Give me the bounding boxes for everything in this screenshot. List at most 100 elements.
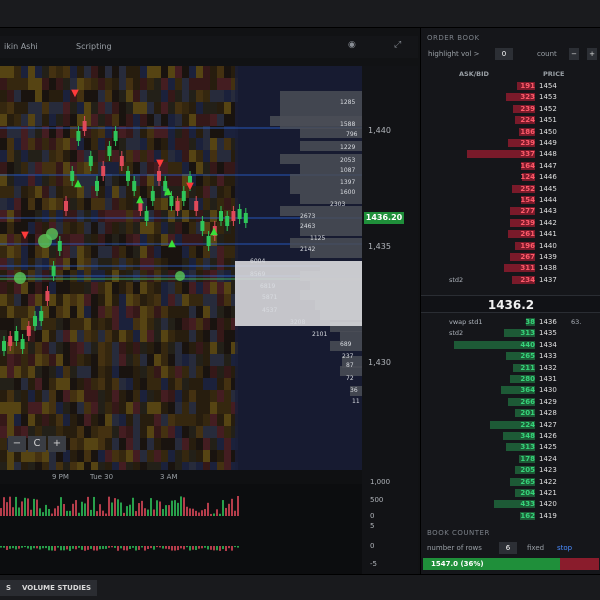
ask-row[interactable]: 154 1444 bbox=[421, 195, 600, 205]
heatmap-cell bbox=[7, 150, 14, 162]
delta-bar bbox=[237, 546, 239, 548]
ask-row[interactable]: 191 1454 bbox=[421, 81, 600, 91]
heatmap-cell bbox=[182, 114, 189, 126]
ask-row[interactable]: 196 1440 bbox=[421, 241, 600, 251]
heatmap-cell bbox=[182, 306, 189, 318]
ask-row[interactable]: 164 1447 bbox=[421, 161, 600, 171]
bid-row[interactable]: 204 1421 bbox=[421, 488, 600, 498]
bid-row[interactable]: 364 1430 bbox=[421, 385, 600, 395]
bid-row[interactable]: 348 1426 bbox=[421, 431, 600, 441]
delta-bar bbox=[90, 546, 92, 549]
heatmap-cell bbox=[182, 246, 189, 258]
bid-row[interactable]: 162 1419 bbox=[421, 511, 600, 521]
ask-row[interactable]: 337 1448 bbox=[421, 149, 600, 159]
volume-bar bbox=[99, 504, 101, 516]
volume-bar bbox=[12, 507, 14, 516]
heatmap-cell bbox=[140, 138, 147, 150]
heatmap-cell bbox=[217, 450, 224, 462]
volume-profile-label: 1600 bbox=[340, 189, 355, 196]
heatmap-cell bbox=[161, 366, 168, 378]
rows-input[interactable]: 6 bbox=[499, 542, 517, 554]
heatmap-cell bbox=[189, 258, 196, 270]
ask-row[interactable]: 224 1451 bbox=[421, 115, 600, 125]
candle-body bbox=[101, 166, 106, 176]
ask-row[interactable]: 311 1438 bbox=[421, 263, 600, 273]
heatmap-cell bbox=[133, 102, 140, 114]
ask-row[interactable]: 239 1452 bbox=[421, 104, 600, 114]
stop-button[interactable]: stop bbox=[557, 544, 572, 552]
volume-studies-button[interactable]: VOLUME STUDIES bbox=[16, 580, 98, 596]
bid-row[interactable]: 211 1432 bbox=[421, 363, 600, 373]
highlight-vol-input[interactable]: 0 bbox=[495, 48, 513, 60]
heatmap-cell bbox=[35, 366, 42, 378]
heatmap-cell bbox=[98, 390, 105, 402]
bid-row[interactable]: 178 1424 bbox=[421, 454, 600, 464]
tab-scripting[interactable]: Scripting bbox=[76, 42, 112, 51]
heatmap-cell bbox=[14, 402, 21, 414]
heatmap-cell bbox=[217, 162, 224, 174]
heatmap-cell bbox=[63, 114, 70, 126]
increase-button[interactable]: + bbox=[587, 48, 597, 60]
volume-bar bbox=[42, 512, 44, 516]
bid-row[interactable]: 205 1423 bbox=[421, 465, 600, 475]
heatmap-cell bbox=[168, 306, 175, 318]
bid-row[interactable]: 280 1431 bbox=[421, 374, 600, 384]
volume-studies-panel[interactable] bbox=[0, 484, 362, 574]
heatmap-cell bbox=[84, 66, 91, 78]
bid-row[interactable]: 313 1425 bbox=[421, 442, 600, 452]
heatmap-cell bbox=[210, 342, 217, 354]
ask-row[interactable]: 277 1443 bbox=[421, 206, 600, 216]
bid-row[interactable]: std2 313 1435 bbox=[421, 328, 600, 338]
ask-row[interactable]: 261 1441 bbox=[421, 229, 600, 239]
zoom-out-button[interactable]: − bbox=[8, 436, 26, 452]
volume-bar bbox=[75, 500, 77, 516]
bid-price: 1432 bbox=[539, 363, 557, 372]
trade-bubble bbox=[175, 271, 185, 281]
heatmap-cell bbox=[28, 138, 35, 150]
studies-tab-button[interactable]: S bbox=[0, 580, 18, 596]
ask-row[interactable]: 267 1439 bbox=[421, 252, 600, 262]
zoom-in-button[interactable]: + bbox=[48, 436, 66, 452]
ask-row[interactable]: std2 234 1437 bbox=[421, 275, 600, 285]
ask-row[interactable]: 186 1450 bbox=[421, 127, 600, 137]
bid-row[interactable]: 224 1427 bbox=[421, 420, 600, 430]
heatmap-cell bbox=[91, 90, 98, 102]
top-bar bbox=[0, 0, 600, 28]
bid-row[interactable]: 266 1429 bbox=[421, 397, 600, 407]
volume-bar bbox=[189, 508, 191, 516]
bid-row[interactable]: 440 1434 bbox=[421, 340, 600, 350]
fixed-toggle[interactable]: fixed bbox=[527, 544, 544, 552]
bid-row[interactable]: 201 1428 bbox=[421, 408, 600, 418]
decrease-button[interactable]: − bbox=[569, 48, 579, 60]
bid-row[interactable]: 265 1422 bbox=[421, 477, 600, 487]
heatmap-cell bbox=[49, 390, 56, 402]
heatmap-cell bbox=[189, 222, 196, 234]
heatmap-cell bbox=[84, 438, 91, 450]
price-tick: 1,440 bbox=[368, 126, 391, 135]
bid-row[interactable]: vwap std1 63. 38 1436 bbox=[421, 317, 600, 327]
ask-row[interactable]: 124 1446 bbox=[421, 172, 600, 182]
zoom-reset-button[interactable]: C bbox=[28, 436, 46, 452]
heatmap-cell bbox=[35, 330, 42, 342]
ask-row[interactable]: 239 1449 bbox=[421, 138, 600, 148]
ask-qty: 239 bbox=[520, 218, 535, 227]
ask-row[interactable]: 323 1453 bbox=[421, 92, 600, 102]
bid-row[interactable]: 433 1420 bbox=[421, 499, 600, 509]
volume-profile-label: 2142 bbox=[300, 246, 315, 253]
heatmap-cell bbox=[105, 174, 112, 186]
heatmap-chart[interactable]: ▼ ▼ ▼ ▼ ▲ ▲ ▲ ▲ ▲ 1285 1588 796 1229 2053 1087 1397 1600… bbox=[0, 66, 362, 470]
camera-icon[interactable]: ◉ bbox=[348, 40, 356, 50]
heatmap-cell bbox=[126, 246, 133, 258]
ask-qty: 261 bbox=[520, 230, 535, 239]
expand-icon[interactable]: ⤢ bbox=[394, 40, 401, 50]
tab-heikin-ashi[interactable]: ikin Ashi bbox=[4, 42, 38, 51]
delta-bar bbox=[135, 546, 137, 551]
heatmap-cell bbox=[168, 102, 175, 114]
volume-bar bbox=[105, 513, 107, 516]
ask-row[interactable]: 239 1442 bbox=[421, 218, 600, 228]
heatmap-cell bbox=[175, 66, 182, 78]
heatmap-cell bbox=[28, 66, 35, 78]
bid-row[interactable]: 265 1433 bbox=[421, 351, 600, 361]
ask-row[interactable]: 252 1445 bbox=[421, 184, 600, 194]
heatmap-canvas[interactable]: ▼ ▼ ▼ ▼ ▲ ▲ ▲ ▲ ▲ 1285 1588 796 1229 2053 1087 1397 1600… bbox=[0, 66, 362, 470]
